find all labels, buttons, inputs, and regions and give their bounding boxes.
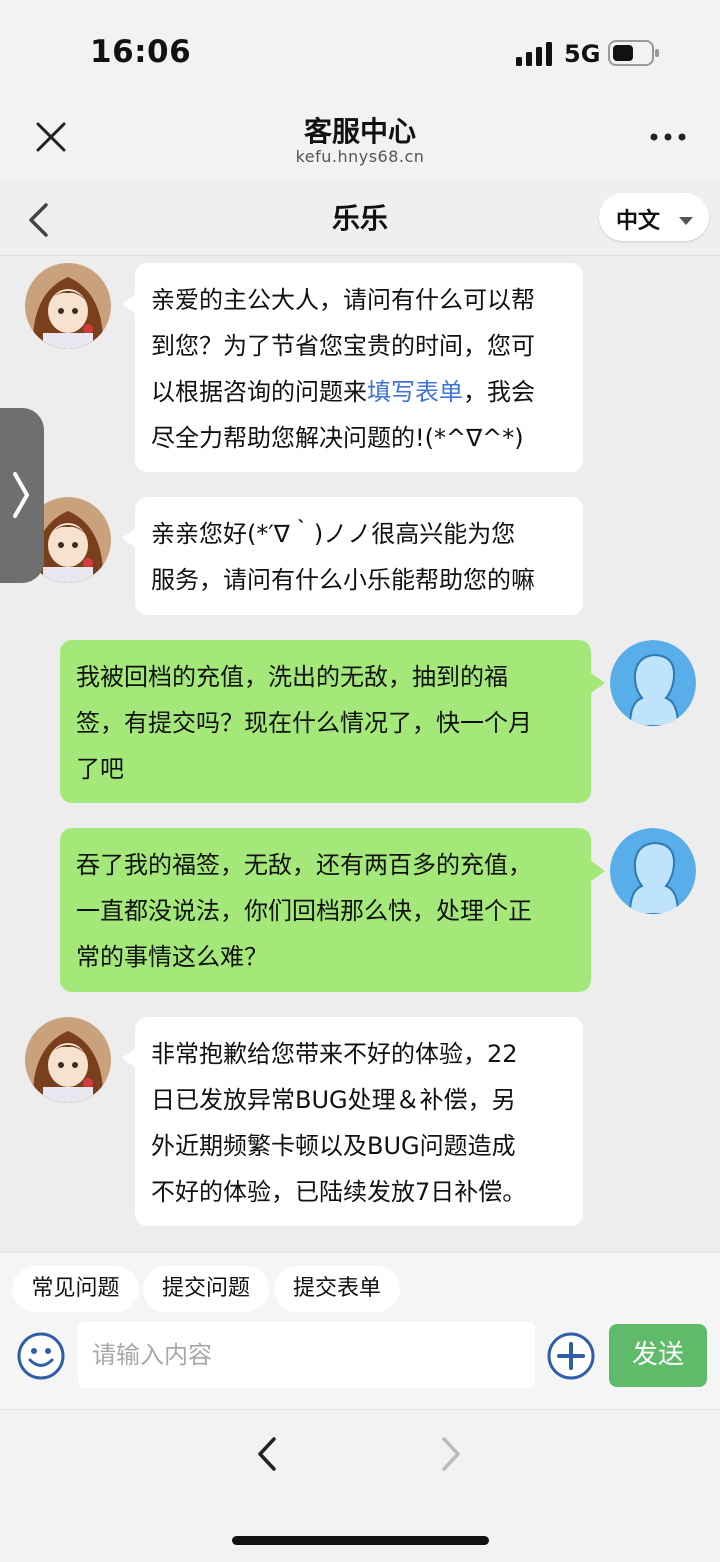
bubble-tail — [122, 1048, 136, 1068]
message-line: 不好的体验，已陆续发放7日补偿。 — [151, 1178, 527, 1206]
signal-icon — [516, 42, 552, 66]
status-time: 16:06 — [90, 34, 192, 70]
webview-domain: kefu.hnys68.cn — [295, 147, 425, 166]
message-line: 非常抱歉给您带来不好的体验，22 — [151, 1040, 518, 1068]
nav-forward-icon[interactable] — [440, 1436, 462, 1472]
more-icon[interactable] — [648, 130, 688, 144]
agent-message-bubble: 亲爱的主公大人，请问有什么可以帮 到您？为了节省您宝贵的时间，您可 以根据咨询的… — [135, 263, 583, 472]
plus-icon[interactable] — [546, 1331, 596, 1381]
message-line: 尽全力帮助您解决问题的!(*^∇^*) — [151, 424, 524, 452]
bubble-tail — [591, 861, 605, 881]
battery-icon — [608, 40, 659, 66]
message-line: 一直都没说法，你们回档那么快，处理个正 — [76, 897, 532, 925]
user-avatar — [610, 828, 696, 914]
webview-title: 客服中心 — [303, 115, 416, 148]
agent-avatar — [25, 1017, 111, 1103]
network-type: 5G — [564, 40, 601, 68]
message-text: 以根据咨询的问题来 — [151, 378, 367, 406]
caret-down-icon — [679, 217, 693, 225]
user-message-bubble: 我被回档的充值，洗出的无敌，抽到的福 签，有提交吗？现在什么情况了，快一个月 了… — [60, 640, 591, 803]
message-line: 签，有提交吗？现在什么情况了，快一个月 — [76, 709, 532, 737]
bubble-tail — [122, 528, 136, 548]
quick-action-submit-form[interactable]: 提交表单 — [274, 1266, 400, 1312]
message-text: ，我会 — [463, 378, 535, 406]
message-line: 亲爱的主公大人，请问有什么可以帮 — [151, 286, 535, 314]
message-input[interactable] — [78, 1322, 535, 1388]
message-line: 日已发放异常BUG处理＆补偿，另 — [151, 1086, 516, 1114]
send-button[interactable]: 发送 — [609, 1324, 707, 1387]
message-line: 外近期频繁卡顿以及BUG问题造成 — [151, 1132, 516, 1160]
message-line: 吞了我的福签，无敌，还有两百多的充值， — [76, 851, 532, 879]
quick-action-submit-question[interactable]: 提交问题 — [143, 1266, 269, 1312]
message-line: 常的事情这么难？ — [76, 943, 268, 971]
message-line: 以根据咨询的问题来填写表单，我会 — [151, 369, 567, 415]
agent-avatar — [25, 263, 111, 349]
user-message-bubble: 吞了我的福签，无敌，还有两百多的充值， 一直都没说法，你们回档那么快，处理个正 … — [60, 828, 591, 992]
message-line: 亲亲您好(*′∇｀)ノノ很高兴能为您 — [151, 520, 516, 548]
home-indicator — [232, 1536, 489, 1545]
bubble-tail — [591, 673, 605, 693]
fill-form-link[interactable]: 填写表单 — [367, 378, 463, 406]
agent-message-bubble: 非常抱歉给您带来不好的体验，22 日已发放异常BUG处理＆补偿，另 外近期频繁卡… — [135, 1017, 583, 1226]
quick-action-faq[interactable]: 常见问题 — [12, 1266, 139, 1312]
language-label: 中文 — [616, 209, 661, 234]
user-avatar — [610, 640, 696, 726]
message-line: 我被回档的充值，洗出的无敌，抽到的福 — [76, 663, 508, 691]
agent-message-bubble: 亲亲您好(*′∇｀)ノノ很高兴能为您 服务，请问有什么小乐能帮助您的嘛 — [135, 497, 583, 615]
message-line: 到您？为了节省您宝贵的时间，您可 — [151, 332, 535, 360]
nav-back-icon[interactable] — [256, 1436, 278, 1472]
chevron-right-icon — [13, 472, 29, 518]
message-line: 了吧 — [76, 755, 124, 783]
message-line: 服务，请问有什么小乐能帮助您的嘛 — [151, 566, 535, 594]
emoji-icon[interactable] — [16, 1331, 66, 1381]
bubble-tail — [122, 294, 136, 314]
